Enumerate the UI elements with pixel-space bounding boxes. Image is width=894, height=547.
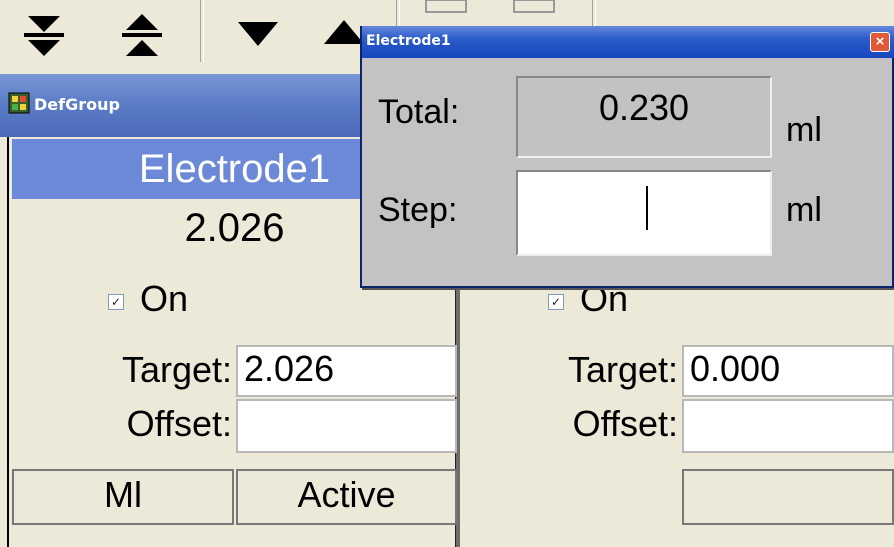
total-unit: ml (786, 111, 822, 149)
text-caret (646, 186, 648, 230)
offset-field[interactable] (682, 399, 894, 453)
offset-field[interactable] (236, 399, 457, 453)
move-down-icon[interactable] (228, 4, 288, 64)
unit-cell[interactable]: Ml (12, 469, 234, 525)
offset-label: Offset: (126, 403, 232, 444)
window-title: DefGroup (34, 95, 120, 114)
close-icon[interactable]: × (870, 32, 890, 52)
target-field[interactable]: 0.000 (682, 345, 894, 397)
target-label: Target: (121, 349, 232, 390)
electrode-dialog: Electrode1 × Total: 0.230 ml Step: ml (360, 26, 894, 288)
total-label: Total: (378, 93, 460, 131)
on-checkbox[interactable]: ✓ (108, 294, 124, 310)
step-input[interactable] (516, 170, 772, 256)
toolbar-partial-button[interactable] (508, 0, 568, 16)
on-checkbox[interactable]: ✓ (548, 294, 564, 310)
step-unit: ml (786, 191, 822, 229)
total-field: 0.230 (516, 76, 772, 158)
toolbar-separator (200, 0, 204, 62)
dialog-title: Electrode1 (366, 33, 451, 49)
group-icon (8, 92, 30, 114)
move-bottom-icon[interactable] (14, 4, 74, 64)
status-cell[interactable] (682, 469, 894, 525)
dialog-title-bar[interactable]: Electrode1 × (362, 26, 894, 58)
status-cell[interactable]: Active (236, 469, 457, 525)
target-label: Target: (567, 349, 678, 390)
panel-left-border (7, 137, 9, 547)
move-top-icon[interactable] (112, 4, 172, 64)
toolbar-partial-button[interactable] (420, 0, 480, 16)
target-field[interactable]: 2.026 (236, 345, 457, 397)
offset-label: Offset: (572, 403, 678, 444)
on-label: On (140, 278, 189, 319)
step-label: Step: (378, 191, 458, 229)
